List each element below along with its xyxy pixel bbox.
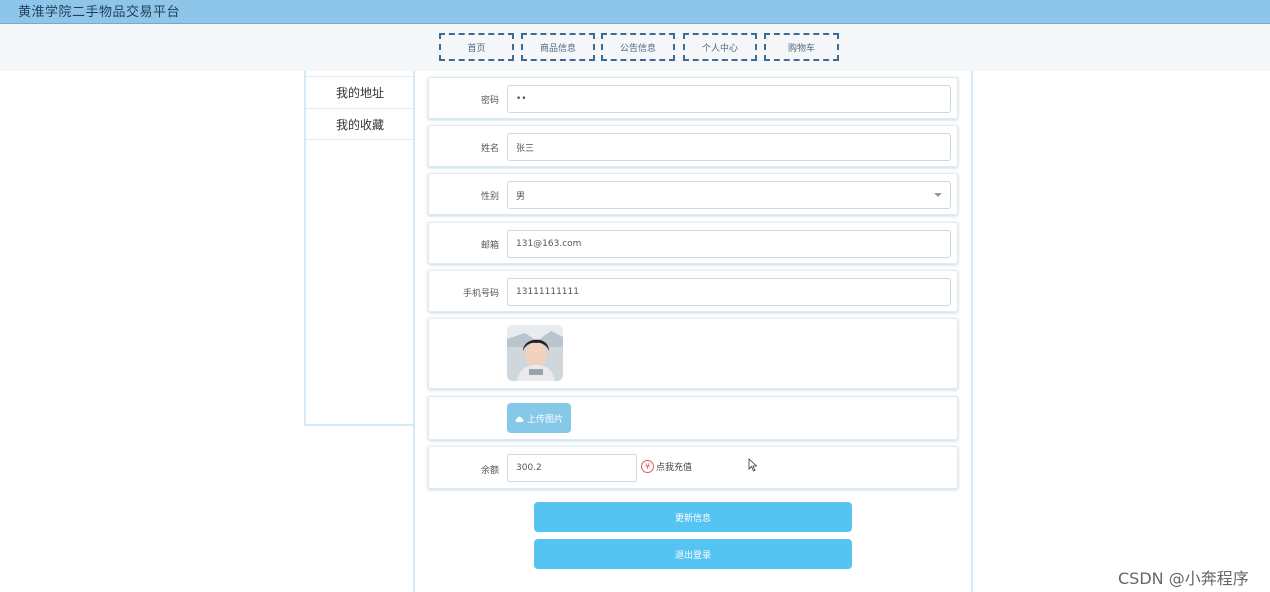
gender-label: 性别 [480,192,499,202]
yen-icon: ¥ [641,460,654,473]
nav-products[interactable]: 商品信息 [521,33,595,61]
sidebar-item-favorites[interactable]: 我的收藏 [306,108,414,140]
nav-cart[interactable]: 购物车 [764,33,839,61]
upload-image-button[interactable]: 上传图片 [507,403,571,433]
name-row: 姓名 张三 [428,125,958,167]
email-row: 邮箱 131@163.com [428,222,958,264]
balance-field[interactable]: 300.2 [507,454,637,482]
gender-value: 男 [516,191,526,202]
nav-home[interactable]: 首页 [439,33,514,61]
balance-row: 余额 300.2 ¥ 点我充值 [428,446,958,489]
update-info-button[interactable]: 更新信息 [534,502,852,532]
gender-row: 性别 男 [428,173,958,215]
upload-image-label: 上传图片 [526,414,563,425]
email-field[interactable]: 131@163.com [507,230,951,258]
avatar [507,325,563,381]
mouse-cursor-icon [748,458,758,472]
cloud-upload-icon [515,416,524,422]
sidebar-item-address[interactable]: 我的地址 [306,76,414,108]
name-label: 姓名 [480,144,499,154]
phone-row: 手机号码 13111111111 [428,270,958,312]
phone-field[interactable]: 13111111111 [507,278,951,306]
phone-label: 手机号码 [462,289,499,299]
main-nav: 首页 商品信息 公告信息 个人中心 购物车 [0,24,1270,71]
sidebar: 我的地址 我的收藏 [304,71,414,426]
recharge-link[interactable]: ¥ 点我充值 [641,460,692,473]
password-row: 密码 •• [428,77,958,119]
top-bar: 黄淮学院二手物品交易平台 [0,0,1270,24]
gender-select[interactable]: 男 [507,181,951,209]
recharge-label: 点我充值 [656,463,693,473]
avatar-row [428,318,958,389]
watermark: CSDN @小奔程序 [1118,569,1249,588]
logout-button[interactable]: 退出登录 [534,539,852,569]
password-label: 密码 [480,96,499,106]
name-field[interactable]: 张三 [507,133,951,161]
password-field[interactable]: •• [507,85,951,113]
nav-announcements[interactable]: 公告信息 [601,33,675,61]
avatar-image [507,325,563,381]
chevron-down-icon [934,193,942,197]
upload-row: 上传图片 [428,396,958,440]
balance-label: 余额 [480,466,499,476]
site-title: 黄淮学院二手物品交易平台 [18,5,181,20]
email-label: 邮箱 [480,241,499,251]
nav-personal-center[interactable]: 个人中心 [683,33,757,61]
